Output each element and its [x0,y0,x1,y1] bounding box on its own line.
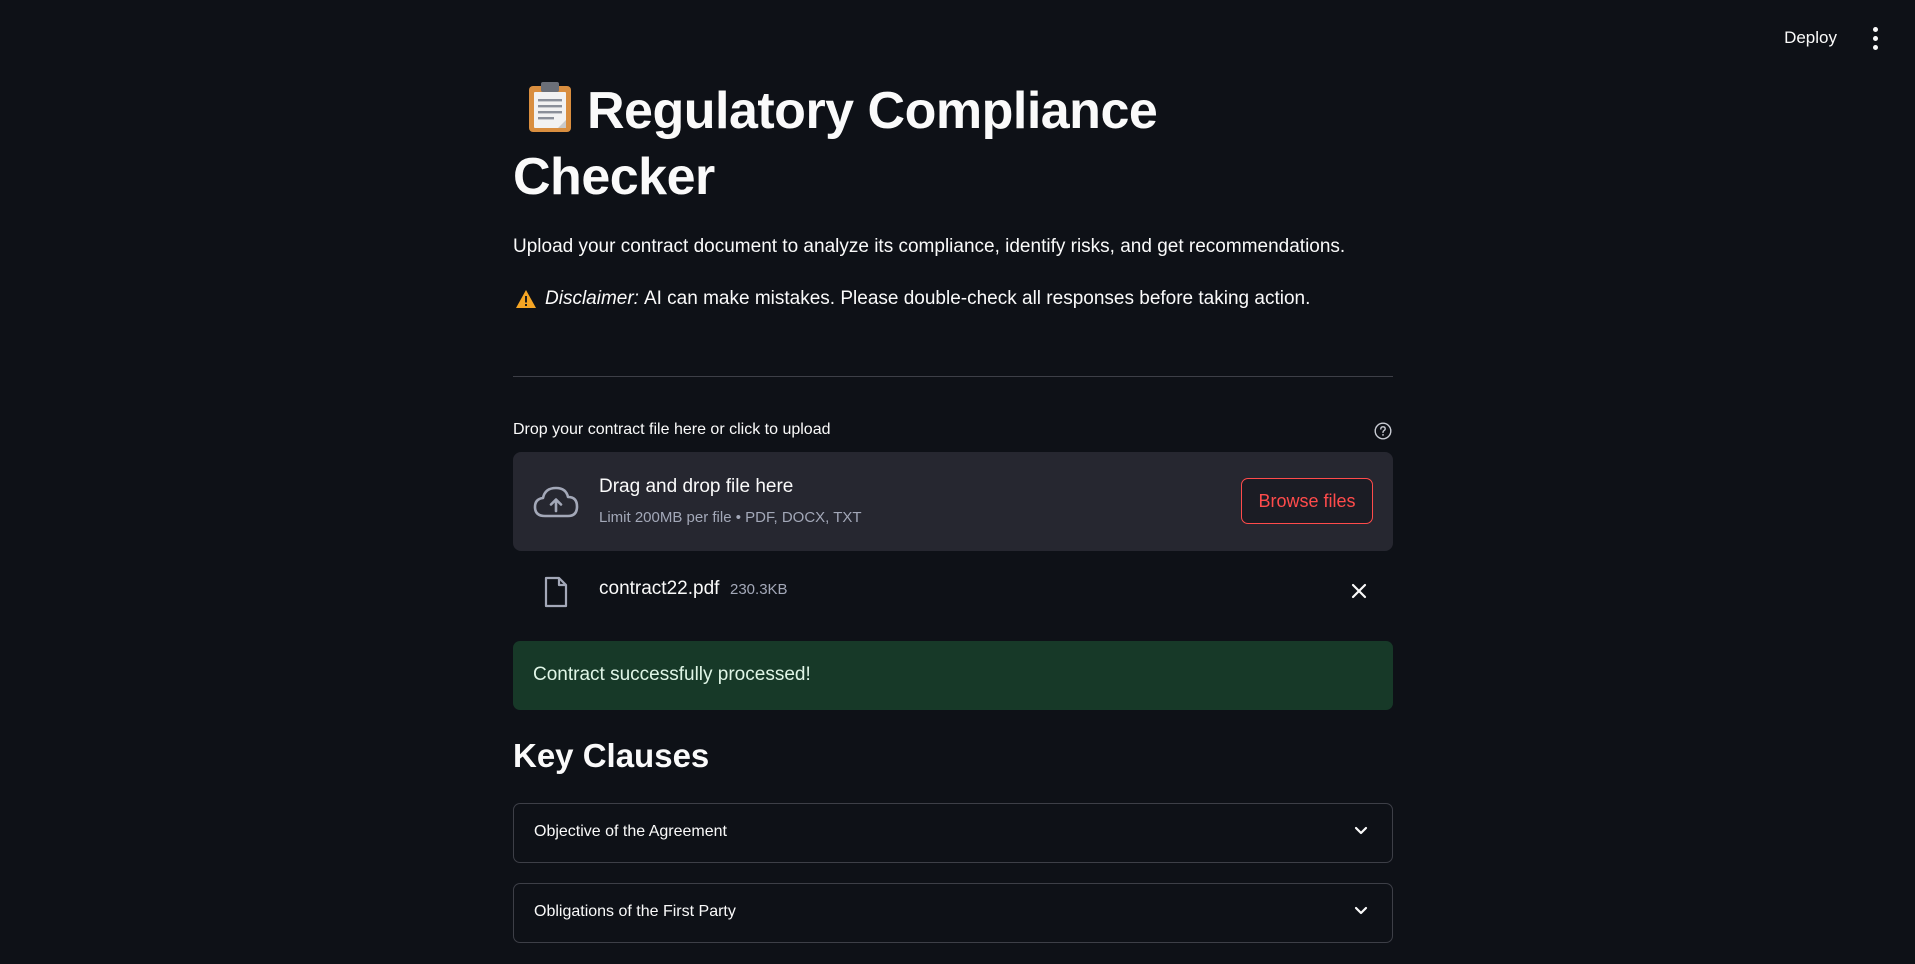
file-name: contract22.pdf [599,578,720,599]
title-line-2: Checker [513,148,715,206]
file-dropzone[interactable]: Drag and drop file here Limit 200MB per … [513,452,1393,551]
clipboard-icon [527,80,573,134]
deploy-button[interactable]: Deploy [1776,22,1845,54]
chevron-down-icon [1354,826,1368,835]
expander-label: Obligations of the First Party [534,903,736,920]
title-line-1: Regulatory Compliance [587,82,1158,140]
expander-label: Objective of the Agreement [534,823,727,840]
expander-objective[interactable]: Objective of the Agreement [513,803,1393,863]
expander-obligations[interactable]: Obligations of the First Party [513,883,1393,943]
upload-label: Drop your contract file here or click to… [513,421,831,438]
file-icon [544,576,568,608]
page-title: Regulatory Compliance Checker [513,78,1273,210]
file-size: 230.3KB [730,581,788,598]
cloud-upload-icon [533,486,579,518]
success-message: Contract successfully processed! [533,664,811,685]
warning-icon [516,290,536,308]
chevron-down-icon [1354,906,1368,915]
disclaimer-label: Disclaimer: [545,288,639,309]
vertical-dots-icon[interactable] [1863,24,1887,52]
uploaded-file-row: contract22.pdf 230.3KB [513,570,1393,612]
dropzone-title: Drag and drop file here [599,476,794,497]
disclaimer: Disclaimer: AI can make mistakes. Please… [513,288,1310,310]
success-alert: Contract successfully processed! [513,641,1393,710]
app-page: Deploy Regulatory Compliance Checker Upl… [0,0,1915,964]
close-icon[interactable] [1350,582,1368,600]
question-circle-icon[interactable] [1374,422,1392,440]
key-clauses-heading: Key Clauses [513,737,710,774]
divider [513,376,1393,377]
intro-text: Upload your contract document to analyze… [513,236,1346,257]
dropzone-subtitle: Limit 200MB per file • PDF, DOCX, TXT [599,509,862,526]
header-toolbar: Deploy [1776,22,1887,54]
browse-files-button[interactable]: Browse files [1241,478,1373,524]
disclaimer-text: AI can make mistakes. Please double-chec… [643,288,1311,309]
